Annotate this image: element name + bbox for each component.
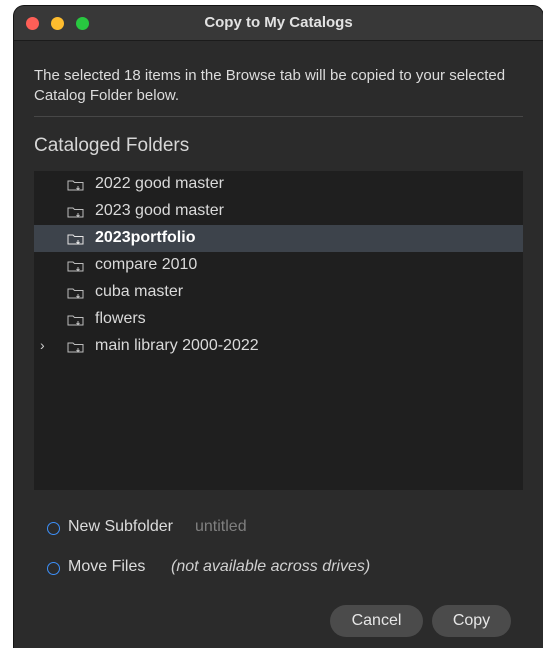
folder-icon <box>67 288 84 299</box>
folder-icon <box>67 180 84 191</box>
folder-label: main library 2000-2022 <box>95 337 259 354</box>
folder-list[interactable]: 2022 good master 2023 good master 2023po… <box>34 171 523 490</box>
folder-row[interactable]: 2023portfolio <box>34 225 523 252</box>
folder-row[interactable]: 2023 good master <box>34 198 523 225</box>
folder-label: cuba master <box>95 283 184 300</box>
cancel-button[interactable]: Cancel <box>330 605 423 637</box>
divider <box>34 116 523 117</box>
title-bar: Copy to My Catalogs <box>14 6 543 41</box>
section-title: Cataloged Folders <box>34 135 190 156</box>
folder-row[interactable]: flowers <box>34 306 523 333</box>
folder-icon <box>67 234 84 245</box>
folder-row[interactable]: cuba master <box>34 279 523 306</box>
expand-chevron-icon[interactable]: › <box>40 337 45 353</box>
copy-button[interactable]: Copy <box>432 605 511 637</box>
move-files-radio[interactable] <box>47 562 60 575</box>
folder-label: 2022 good master <box>95 175 224 192</box>
folder-icon <box>67 315 84 326</box>
folder-row[interactable]: › main library 2000-2022 <box>34 333 523 360</box>
copy-message: The selected 18 items in the Browse tab … <box>34 67 506 104</box>
subfolder-name-input[interactable]: untitled <box>195 518 247 536</box>
new-subfolder-label: New Subfolder <box>68 518 173 535</box>
folder-label: compare 2010 <box>95 256 198 273</box>
folder-icon <box>67 342 84 353</box>
folder-row[interactable]: compare 2010 <box>34 252 523 279</box>
folder-label: 2023portfolio <box>95 229 196 246</box>
move-files-note: (not available across drives) <box>171 558 371 575</box>
dialog-title: Copy to My Catalogs <box>204 14 353 31</box>
folder-icon <box>67 207 84 218</box>
folder-label: 2023 good master <box>95 202 224 219</box>
folder-label: flowers <box>95 310 146 327</box>
copy-dialog: Copy to My Catalogs The selected 18 item… <box>14 6 543 648</box>
move-files-label: Move Files <box>68 558 146 575</box>
folder-row[interactable]: 2022 good master <box>34 171 523 198</box>
folder-icon <box>67 261 84 272</box>
new-subfolder-radio[interactable] <box>47 522 60 535</box>
